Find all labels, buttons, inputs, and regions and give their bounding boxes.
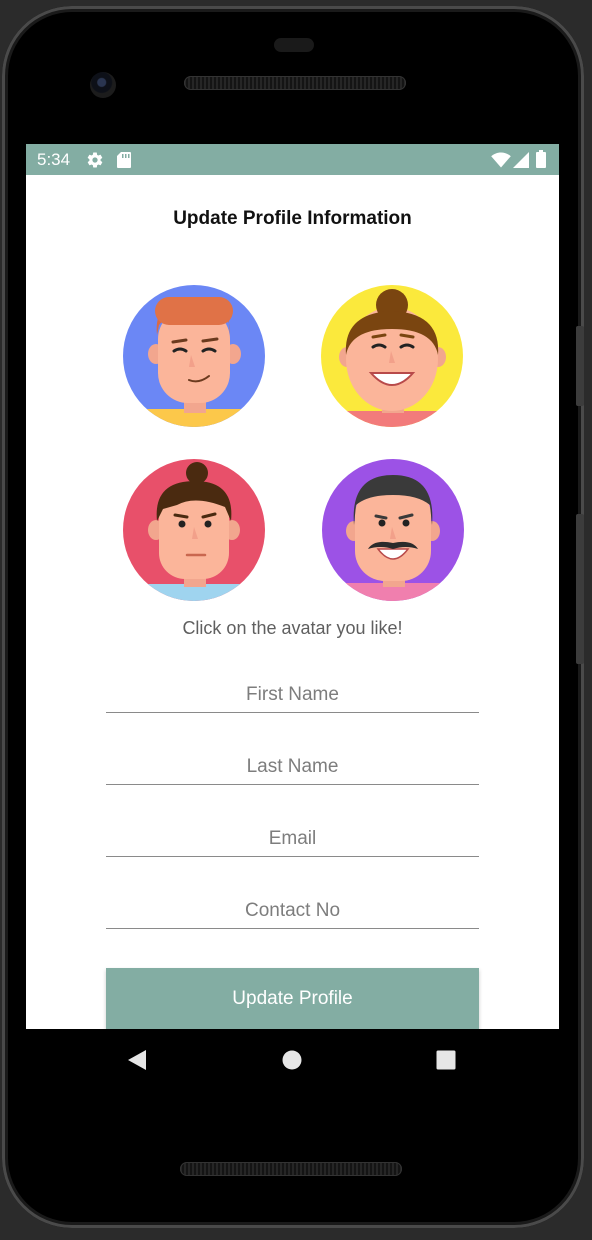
page-title: Update Profile Information <box>173 208 412 229</box>
signal-icon <box>513 152 529 173</box>
earpiece <box>274 38 314 52</box>
avatar-man-red-hair[interactable] <box>123 285 265 427</box>
last-name-field <box>106 734 479 792</box>
recents-icon[interactable] <box>436 1050 456 1075</box>
first-name-input[interactable] <box>106 662 479 720</box>
power-button <box>576 326 584 406</box>
bottom-speaker-grille <box>180 1162 402 1176</box>
front-camera <box>90 72 116 98</box>
avatar-man-topknot[interactable] <box>123 459 265 601</box>
avatar-man-mustache[interactable] <box>322 459 464 601</box>
update-profile-button[interactable]: Update Profile <box>106 968 479 1029</box>
settings-gear-icon <box>86 151 104 174</box>
back-icon[interactable] <box>126 1049 148 1076</box>
volume-button <box>576 514 584 664</box>
first-name-field <box>106 662 479 720</box>
avatar-woman-bun[interactable] <box>321 285 463 427</box>
navigation-bar <box>26 1029 559 1091</box>
contact-no-field <box>106 878 479 936</box>
email-input[interactable] <box>106 806 479 864</box>
contact-no-input[interactable] <box>106 878 479 936</box>
email-field <box>106 806 479 864</box>
sd-card-icon <box>116 151 132 174</box>
top-speaker-grille <box>184 76 406 90</box>
last-name-input[interactable] <box>106 734 479 792</box>
status-bar: 5:34 <box>26 144 559 175</box>
wifi-icon <box>491 152 511 173</box>
avatar-hint-text: Click on the avatar you like! <box>182 618 403 638</box>
status-time: 5:34 <box>37 150 71 169</box>
app-screen: 5:34 Update Profile Information Click on… <box>26 144 559 1029</box>
home-icon[interactable] <box>282 1050 302 1075</box>
battery-icon <box>536 150 546 173</box>
